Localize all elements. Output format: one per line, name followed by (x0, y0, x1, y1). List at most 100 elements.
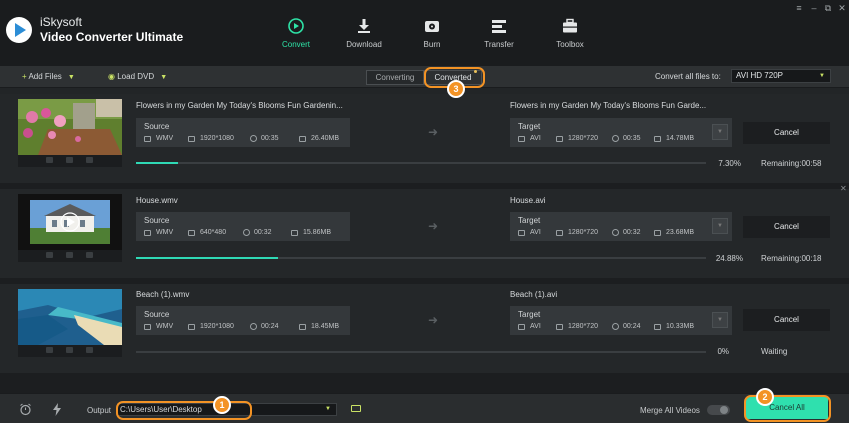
nav-burn[interactable]: Burn (402, 0, 462, 66)
folder-icon (654, 324, 661, 330)
nav-label: Burn (423, 40, 441, 49)
trim-icon[interactable] (66, 347, 73, 353)
clock-icon (243, 229, 250, 236)
source-duration: 00:32 (254, 229, 272, 236)
target-settings-dropdown[interactable]: ▼ (712, 312, 728, 328)
trim-icon[interactable] (66, 157, 73, 163)
nav-label: Download (346, 40, 382, 49)
chevron-down-icon[interactable]: ▼ (64, 74, 75, 81)
lightning-icon[interactable] (53, 403, 61, 416)
clock-icon (612, 135, 619, 142)
folder-icon (291, 230, 298, 236)
resolution-icon (556, 324, 563, 330)
resolution-icon (188, 230, 195, 236)
nav-transfer[interactable]: Transfer (469, 0, 529, 66)
clock-icon (250, 323, 257, 330)
thumbnail-controls (18, 250, 122, 262)
resolution-icon (556, 136, 563, 142)
effect-icon[interactable] (86, 347, 93, 353)
alarm-clock-icon[interactable] (19, 403, 32, 416)
crop-icon[interactable] (46, 157, 53, 163)
format-icon (144, 230, 151, 236)
step-badge: 3 (447, 80, 465, 98)
add-files-label: Add Files (28, 72, 62, 81)
close-icon[interactable]: ✕ (840, 184, 847, 193)
target-size: 10.33MB (666, 323, 695, 330)
target-format: AVI (530, 229, 541, 236)
format-value: AVI HD 720P (736, 71, 783, 80)
menu-icon[interactable]: ≡ (793, 3, 805, 13)
toggle-knob (720, 406, 728, 414)
target-file-name: Beach (1).avi (510, 290, 558, 299)
target-info: Target AVI 1280*720 00:32 23.68MB (510, 212, 732, 241)
source-size: 18.45MB (311, 323, 340, 330)
load-dvd-button[interactable]: ◉ Load DVD ▼ (108, 72, 167, 81)
folder-icon (299, 136, 306, 142)
source-format: WMV (156, 323, 174, 330)
cancel-button[interactable]: Cancel (743, 122, 830, 144)
target-header: Target (518, 310, 541, 319)
thumbnail-controls (18, 345, 122, 357)
target-info: Target AVI 1280*720 00:35 14.78MB (510, 118, 732, 147)
merge-all-toggle[interactable] (707, 405, 730, 415)
target-resolution: 1280*720 (568, 135, 598, 142)
status-text: Remaining:00:18 (761, 254, 822, 263)
tab-converting[interactable]: Converting (366, 70, 424, 85)
source-size: 26.40MB (311, 135, 340, 142)
effect-icon[interactable] (86, 252, 93, 258)
format-icon (518, 136, 525, 142)
close-icon[interactable]: ✕ (836, 3, 848, 14)
target-resolution: 1280*720 (568, 229, 598, 236)
trim-icon[interactable] (66, 252, 73, 258)
source-info: Source WMV 640*480 00:32 15.86MB (136, 212, 350, 241)
folder-icon (654, 230, 661, 236)
status-text: Remaining:00:58 (761, 159, 822, 168)
format-icon (518, 230, 525, 236)
nav-toolbox[interactable]: Toolbox (540, 0, 600, 66)
progress-percent: 0% (717, 347, 729, 356)
video-thumbnail[interactable] (18, 99, 122, 155)
output-format-select[interactable]: AVI HD 720P ▼ (731, 69, 831, 83)
cancel-button[interactable]: Cancel (743, 309, 830, 331)
open-folder-icon[interactable] (351, 405, 361, 412)
source-file-name: Beach (1).wmv (136, 290, 190, 299)
chevron-down-icon: ▼ (819, 73, 825, 79)
crop-icon[interactable] (46, 252, 53, 258)
clock-icon (250, 135, 257, 142)
nav-label: Transfer (484, 40, 514, 49)
progress-percent: 7.30% (718, 159, 741, 168)
add-files-button[interactable]: + Add Files ▼ (22, 72, 75, 81)
cancel-button[interactable]: Cancel (743, 216, 830, 238)
chevron-down-icon[interactable]: ▼ (156, 74, 167, 81)
target-size: 14.78MB (666, 135, 695, 142)
target-resolution: 1280*720 (568, 323, 598, 330)
plus-icon: + (22, 72, 27, 81)
target-settings-dropdown[interactable]: ▼ (712, 218, 728, 234)
effect-icon[interactable] (86, 157, 93, 163)
target-duration: 00:24 (623, 323, 641, 330)
convert-icon (288, 18, 304, 34)
status-text: Waiting (761, 347, 788, 356)
nav-label: Convert (281, 40, 310, 49)
crop-icon[interactable] (46, 347, 53, 353)
nav-download[interactable]: Download (334, 0, 394, 66)
video-thumbnail[interactable] (18, 289, 122, 345)
nav-label: Toolbox (556, 40, 584, 49)
target-format: AVI (530, 135, 541, 142)
video-thumbnail[interactable] (18, 194, 122, 250)
progress-bar (136, 162, 706, 164)
burn-icon (425, 21, 439, 32)
download-icon (358, 19, 370, 33)
source-format: WMV (156, 135, 174, 142)
nav-convert[interactable]: Convert (266, 0, 326, 66)
maximize-icon[interactable]: ⧉ (822, 3, 834, 14)
highlight-output-path (116, 401, 252, 420)
target-header: Target (518, 122, 541, 131)
format-icon (518, 324, 525, 330)
chevron-down-icon: ▼ (325, 406, 331, 412)
arrow-right-icon: ➜ (428, 313, 439, 327)
folder-icon (654, 136, 661, 142)
step-badge: 2 (756, 388, 774, 406)
target-settings-dropdown[interactable]: ▼ (712, 124, 728, 140)
minimize-icon[interactable]: – (808, 3, 820, 13)
